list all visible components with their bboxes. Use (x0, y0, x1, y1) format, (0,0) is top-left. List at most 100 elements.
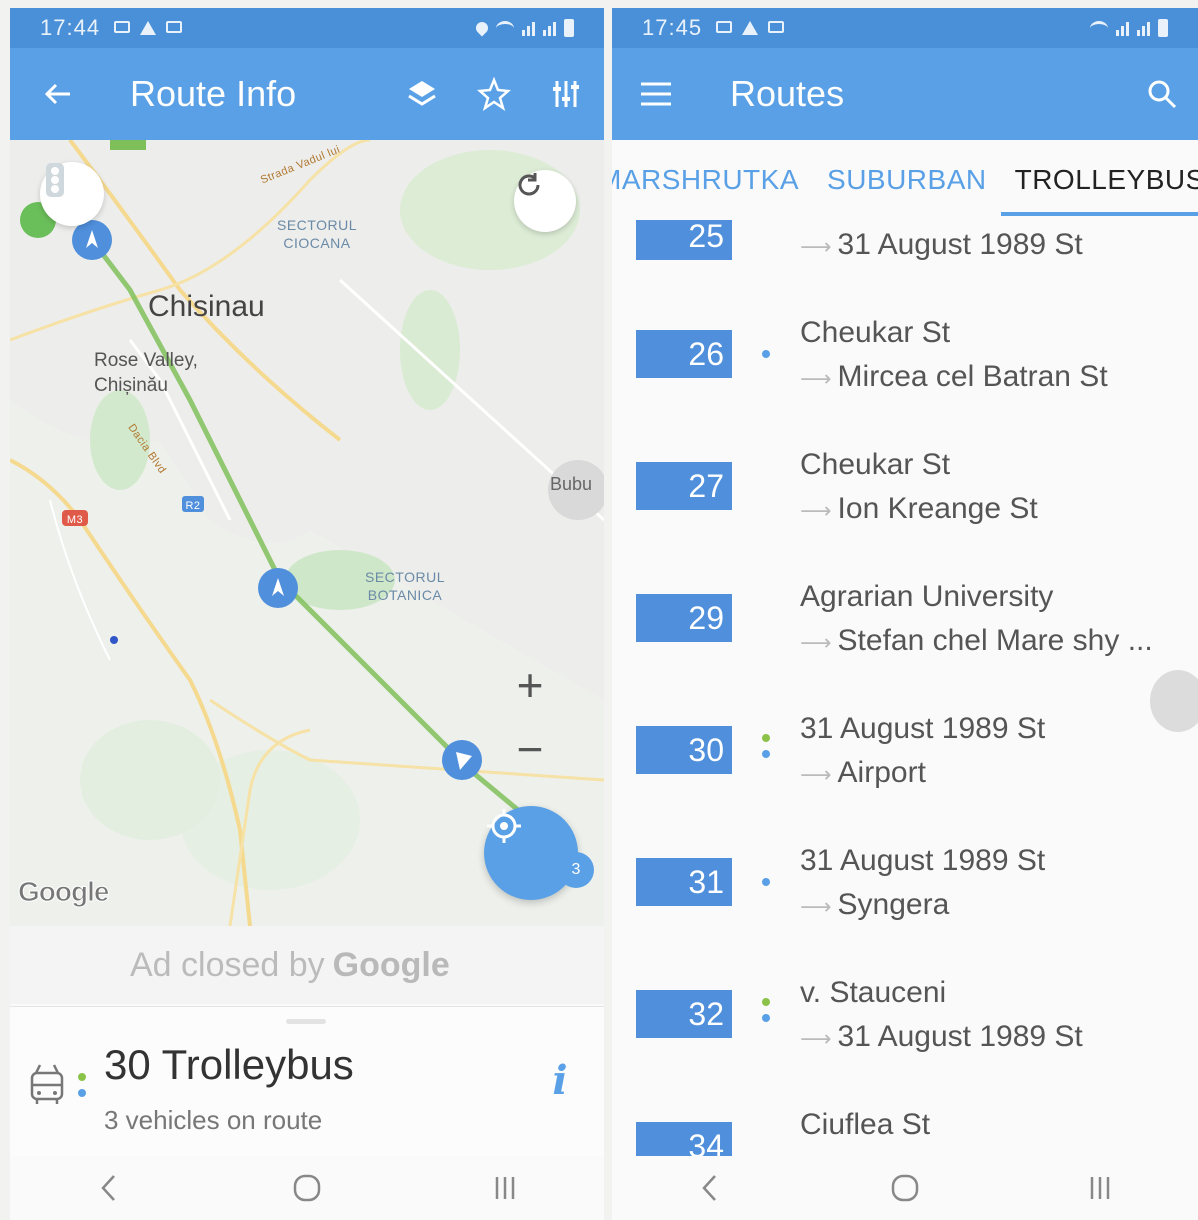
nav-recents-button[interactable] (1070, 1163, 1130, 1213)
route-from: Cheukar St (800, 316, 951, 349)
route-number: 26 (636, 330, 732, 378)
search-button[interactable] (1134, 66, 1190, 122)
refresh-button[interactable] (514, 170, 576, 232)
route-type-tabs: MARSHRUTKA SUBURBAN TROLLEYBUS (612, 140, 1198, 220)
signal-icon-2 (1137, 20, 1150, 36)
nav-back-button[interactable] (680, 1163, 740, 1213)
status-bar-right: 17:45 (612, 8, 1198, 48)
nav-home-icon (293, 1174, 321, 1202)
notification-icon (114, 21, 131, 33)
nav-recents-icon (495, 1177, 515, 1199)
tab-suburban[interactable]: SUBURBAN (827, 140, 987, 220)
my-location-button[interactable] (484, 806, 578, 900)
search-icon (1148, 80, 1177, 109)
star-icon (477, 77, 511, 111)
route-row-26[interactable]: 26 Cheukar St ⟶ Mircea cel Batran St (612, 296, 1198, 428)
route-row-25[interactable]: 25 ⟶ 31 August 1989 St (612, 220, 1198, 280)
route-subtitle: 3 vehicles on route (104, 1105, 323, 1135)
layers-icon (408, 81, 436, 106)
back-arrow-icon (44, 83, 70, 105)
map-label-district: Rose Valley, Chișinău (94, 350, 198, 396)
favorite-button[interactable] (466, 66, 522, 122)
layers-button[interactable] (394, 66, 450, 122)
wifi-icon (496, 20, 514, 36)
nav-back-icon (101, 1175, 115, 1201)
ad-banner: Ad closed by Google (10, 926, 604, 1004)
ad-text: Ad closed by (130, 945, 325, 984)
road-r2-label: R2 (185, 500, 201, 512)
location-icon (473, 19, 491, 37)
nav-back-button[interactable] (79, 1163, 139, 1213)
status-bar: 17:44 (10, 8, 604, 48)
route-number: 32 (636, 990, 732, 1038)
system-nav-bar (10, 1156, 604, 1220)
hamburger-menu-icon (641, 82, 671, 106)
status-dots (78, 1073, 86, 1105)
battery-icon (564, 19, 574, 37)
route-bottom-sheet[interactable]: 30 Trolleybus 3 vehicles on route i (10, 1006, 604, 1157)
route-to-text: 31 August 1989 St (837, 1020, 1083, 1053)
battery-icon (1158, 19, 1168, 37)
route-to: ⟶ Mircea cel Batran St (800, 360, 1108, 393)
tab-trolleybus[interactable]: TROLLEYBUS (1000, 140, 1198, 220)
info-button[interactable]: i (540, 1057, 580, 1107)
map-label-sector-ciocana: SECTORUL CIOCANA (277, 217, 357, 251)
notification-icon (716, 21, 733, 33)
route-row-34[interactable]: 34 Ciuflea St (612, 1088, 1198, 1156)
routes-list[interactable]: 25 ⟶ 31 August 1989 St 26 Cheukar St ⟶ Mir… (612, 220, 1198, 1156)
route-row-31[interactable]: 31 31 August 1989 St ⟶ Syngera (612, 824, 1198, 956)
route-to-text: Ion Kreange St (837, 492, 1038, 525)
app-bar: Route Info (10, 48, 604, 140)
route-to: ⟶ Stefan chel Mare shy ... (800, 624, 1153, 657)
route-status-dots (762, 350, 770, 366)
route-status-dots (762, 878, 770, 894)
route-to-text: Stefan chel Mare shy ... (837, 624, 1153, 657)
page-title-right: Routes (730, 73, 845, 114)
route-to-text: Mircea cel Batran St (837, 360, 1108, 393)
menu-button[interactable] (628, 66, 684, 122)
traffic-light-icon (46, 163, 64, 197)
route-from: 31 August 1989 St (800, 712, 1046, 745)
route-row-29[interactable]: 29 Agrarian University ⟶ Stefan chel Mare… (612, 560, 1198, 692)
laptop-icon (166, 21, 183, 33)
nav-home-button[interactable] (875, 1163, 935, 1213)
zoom-in-button[interactable]: + (502, 658, 558, 712)
back-button[interactable] (30, 66, 86, 122)
signal-icon (1116, 20, 1129, 36)
google-logo: Google (17, 876, 109, 908)
route-row-32[interactable]: 32 v. Stauceni ⟶ 31 August 1989 St (612, 956, 1198, 1088)
nav-recents-icon (1091, 1177, 1110, 1199)
route-number: 30 (636, 726, 732, 774)
route-to: ⟶ Ion Kreange St (800, 492, 1038, 525)
app-bar-right: Routes (612, 48, 1198, 140)
edit-fab-edge[interactable] (1150, 670, 1198, 732)
route-title: 30 Trolleybus (104, 1041, 354, 1088)
signal-icon-2 (543, 20, 556, 36)
trolleybus-icon (26, 1063, 68, 1112)
sheet-handle[interactable] (286, 1019, 326, 1024)
refresh-icon (518, 173, 540, 196)
nav-recents-button[interactable] (475, 1163, 535, 1213)
route-status-dots (762, 998, 770, 1030)
nav-home-button[interactable] (277, 1163, 337, 1213)
route-row-27[interactable]: 27 Cheukar St ⟶ Ion Kreange St (612, 428, 1198, 560)
traffic-toggle-button[interactable] (40, 162, 104, 226)
sliders-icon (553, 81, 579, 107)
route-status-dots (762, 734, 770, 766)
wifi-icon (1090, 20, 1108, 36)
nav-home-icon (891, 1174, 919, 1202)
route-number: 34 (636, 1122, 732, 1156)
route-to: ⟶ Syngera (800, 888, 950, 921)
route-number: 27 (636, 462, 732, 510)
status-time-right: 17:45 (642, 15, 703, 40)
route-row-30[interactable]: 30 31 August 1989 St ⟶ Airport (612, 692, 1198, 824)
tab-marshrutka[interactable]: MARSHRUTKA (612, 140, 799, 220)
route-number: 25 (636, 220, 732, 260)
route-info-screen: 17:44 Route Info SECTORUL CIOCANA SECTOR… (10, 8, 604, 1220)
routes-screen: 17:45 Routes MARSHRUTKA SUBURBAN TROLLEY… (612, 8, 1198, 1220)
route-to-text: Syngera (837, 888, 950, 921)
route-map[interactable]: SECTORUL CIOCANA SECTORUL BOTANICA Strad… (10, 140, 604, 926)
zoom-out-button[interactable]: − (502, 722, 558, 776)
filter-button[interactable] (538, 66, 594, 122)
map-label-city: Chisinau (148, 290, 265, 323)
